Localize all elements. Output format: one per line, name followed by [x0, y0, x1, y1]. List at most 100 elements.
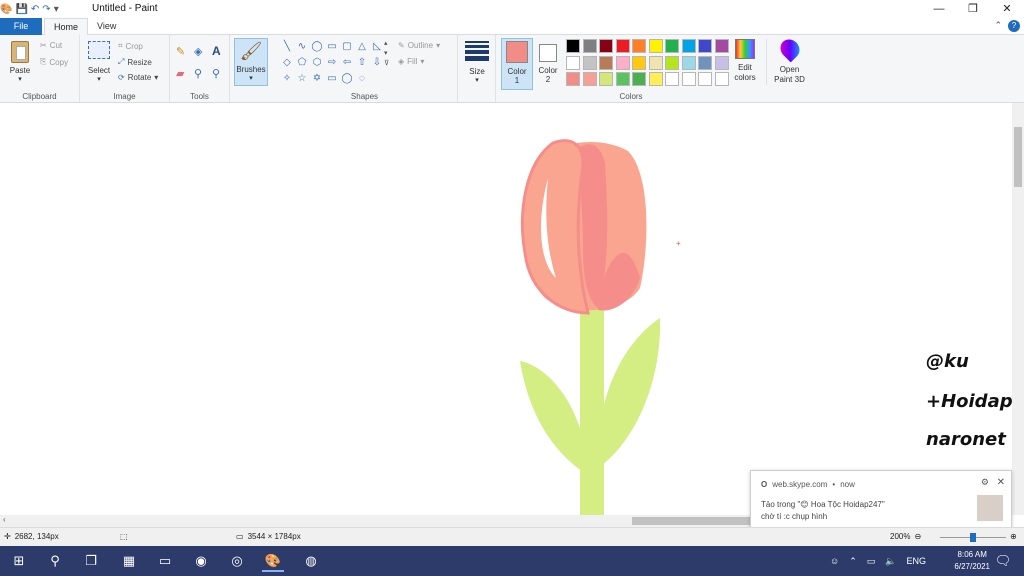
- drawing-canvas[interactable]: + @ku +Hoidap2 naronet: [0, 103, 1012, 515]
- color-swatch[interactable]: [615, 72, 630, 86]
- zoom-slider-thumb[interactable]: [970, 533, 976, 542]
- shapes-scroll[interactable]: ▴ ▾ ⊽: [384, 39, 389, 69]
- opera-browser-icon[interactable]: ◎: [226, 550, 248, 572]
- shape-option[interactable]: ◇: [280, 57, 294, 69]
- tab-home[interactable]: Home: [44, 18, 89, 35]
- color-swatch[interactable]: [714, 72, 729, 86]
- task-view-icon[interactable]: ❐: [80, 550, 102, 572]
- copy-button[interactable]: ⎘ Copy: [40, 57, 68, 67]
- store-icon[interactable]: ▦: [118, 550, 140, 572]
- color-swatch[interactable]: [582, 72, 597, 86]
- shape-option[interactable]: ▭: [325, 41, 339, 53]
- color-swatch[interactable]: [698, 55, 712, 70]
- vertical-scroll-thumb[interactable]: [1014, 127, 1022, 187]
- color-swatch[interactable]: [648, 72, 663, 86]
- action-center-icon[interactable]: 🗨: [992, 550, 1014, 572]
- vertical-scrollbar[interactable]: [1012, 103, 1024, 515]
- color1-button[interactable]: Color 1: [501, 38, 533, 90]
- open-paint-3d-button[interactable]: Open Paint 3D: [766, 35, 808, 85]
- cut-button[interactable]: ✂ Cut: [40, 41, 62, 50]
- color-swatch[interactable]: [566, 39, 580, 53]
- shape-option[interactable]: ◌: [355, 73, 369, 85]
- color-swatch[interactable]: [648, 39, 663, 53]
- color-swatch[interactable]: [698, 72, 712, 86]
- minimize-button[interactable]: —: [922, 0, 956, 18]
- chrome-icon[interactable]: ◍: [300, 550, 322, 572]
- shape-option[interactable]: ▭: [325, 73, 339, 85]
- color-swatch[interactable]: [615, 55, 630, 70]
- shape-option[interactable]: ⇦: [340, 57, 354, 69]
- maximize-button[interactable]: ❐: [956, 0, 990, 18]
- search-icon[interactable]: ⚲: [44, 550, 66, 572]
- color-swatch[interactable]: [632, 39, 646, 53]
- fill-button[interactable]: ◈ Fill ▾: [398, 57, 424, 66]
- shape-option[interactable]: ⇨: [325, 57, 339, 69]
- color-swatch[interactable]: [582, 39, 597, 53]
- paste-button[interactable]: Paste ▾: [6, 41, 34, 83]
- zalo-icon[interactable]: ◉: [190, 550, 212, 572]
- color-swatch[interactable]: [681, 55, 696, 70]
- save-icon[interactable]: 💾: [15, 4, 27, 15]
- color-swatch[interactable]: [665, 55, 679, 70]
- file-explorer-icon[interactable]: ▭: [154, 550, 176, 572]
- color-picker-icon[interactable]: ⚲: [194, 67, 202, 80]
- shape-option[interactable]: △: [355, 41, 369, 53]
- color-swatch[interactable]: [714, 39, 729, 53]
- color-swatch[interactable]: [599, 55, 613, 70]
- tab-file[interactable]: File: [0, 18, 42, 35]
- customize-qat-icon[interactable]: ▾: [54, 4, 59, 15]
- color2-button[interactable]: Color 2: [535, 38, 561, 90]
- zoom-in-icon[interactable]: ⊕: [1010, 532, 1017, 541]
- color-swatch[interactable]: [566, 72, 580, 86]
- color-swatch[interactable]: [615, 39, 630, 53]
- gear-icon[interactable]: ⚙: [981, 477, 989, 488]
- tab-view[interactable]: View: [88, 18, 125, 35]
- shape-option[interactable]: ▢: [340, 41, 354, 53]
- size-button[interactable]: Size ▾: [462, 41, 492, 84]
- clock[interactable]: 8:06 AM 6/27/2021: [954, 549, 990, 573]
- outline-button[interactable]: ✎ Outline ▾: [398, 41, 440, 50]
- color-swatch[interactable]: [582, 55, 597, 70]
- text-tool-icon[interactable]: A: [212, 44, 221, 58]
- color-swatch[interactable]: [665, 72, 679, 86]
- color-swatch[interactable]: [681, 39, 696, 53]
- color-swatch[interactable]: [566, 55, 580, 70]
- rotate-button[interactable]: ⟳ Rotate ▾: [118, 73, 158, 82]
- shape-option[interactable]: ∿: [295, 41, 309, 53]
- help-icon[interactable]: ?: [1008, 20, 1020, 32]
- close-icon[interactable]: ✕: [997, 477, 1005, 488]
- color-swatch[interactable]: [698, 39, 712, 53]
- shape-option[interactable]: ✡: [310, 73, 324, 85]
- brushes-button[interactable]: 🖌 Brushes ▾: [234, 38, 268, 86]
- undo-icon[interactable]: ↶: [31, 4, 39, 15]
- show-hidden-icons[interactable]: ⌃: [849, 556, 857, 567]
- paint-taskbar-icon[interactable]: 🎨: [262, 550, 284, 572]
- volume-icon[interactable]: 🔈: [885, 556, 896, 567]
- color-swatch[interactable]: [599, 39, 613, 53]
- eraser-icon[interactable]: ▰: [176, 67, 184, 80]
- windows-start-icon[interactable]: ⊞: [8, 550, 30, 572]
- color-swatch[interactable]: [599, 72, 613, 86]
- fill-bucket-icon[interactable]: ◈: [194, 45, 202, 58]
- resize-button[interactable]: ⤢ Resize: [118, 57, 152, 67]
- select-button[interactable]: Select ▾: [86, 41, 112, 83]
- shape-option[interactable]: ⬠: [295, 57, 309, 69]
- shape-option[interactable]: ⇩: [370, 57, 384, 69]
- shape-option[interactable]: ☆: [295, 73, 309, 85]
- color-swatch[interactable]: [681, 72, 696, 86]
- skype-notification[interactable]: O web.skype.com • now ⚙ ✕ Tảo trong "😊 H…: [750, 470, 1012, 532]
- shape-option[interactable]: ⇧: [355, 57, 369, 69]
- people-icon[interactable]: ☺: [830, 556, 839, 566]
- collapse-ribbon-icon[interactable]: ⌃: [994, 20, 1002, 31]
- shape-option[interactable]: ◯: [340, 73, 354, 85]
- color-swatch[interactable]: [632, 72, 646, 86]
- scroll-left-icon[interactable]: ‹: [3, 515, 6, 524]
- shape-option[interactable]: ◺: [370, 41, 384, 53]
- paint-app-icon[interactable]: 🎨: [0, 4, 12, 15]
- shape-option[interactable]: ⬡: [310, 57, 324, 69]
- color-swatch[interactable]: [714, 55, 729, 70]
- close-button[interactable]: ✕: [990, 0, 1024, 18]
- input-language[interactable]: ENG: [906, 556, 926, 566]
- shape-option[interactable]: ✧: [280, 73, 294, 85]
- color-swatch[interactable]: [632, 55, 646, 70]
